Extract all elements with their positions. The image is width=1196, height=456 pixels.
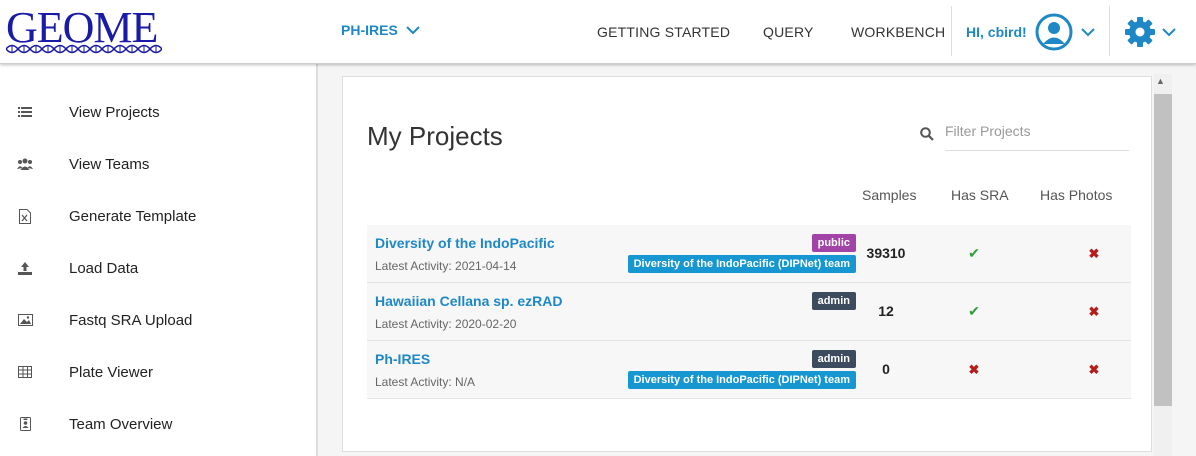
- sidebar-item-label: Load Data: [69, 259, 139, 277]
- dna-helix-icon: [6, 44, 162, 54]
- upload-icon: [17, 260, 33, 276]
- badge-icon: [17, 416, 33, 432]
- scroll-up-arrow-icon[interactable]: ▲: [1156, 76, 1165, 86]
- sidebar-item-plate-viewer[interactable]: Plate Viewer: [0, 346, 316, 398]
- header-divider: [951, 6, 952, 56]
- nav-query[interactable]: QUERY: [763, 24, 814, 40]
- table-row[interactable]: Diversity of the IndoPacific Latest Acti…: [367, 225, 1131, 283]
- project-name-link[interactable]: Ph-IRES: [375, 351, 430, 367]
- sidebar-item-generate-template[interactable]: Generate Template: [0, 190, 316, 242]
- sidebar-item-view-projects[interactable]: View Projects: [0, 86, 316, 138]
- filter-projects-input[interactable]: [945, 123, 1129, 139]
- check-icon: ✔: [968, 303, 980, 319]
- sidebar-item-view-teams[interactable]: View Teams: [0, 138, 316, 190]
- team-badge: Diversity of the IndoPacific (DIPNet) te…: [627, 255, 856, 273]
- has-photos-cell: ✖: [1084, 361, 1104, 379]
- cross-icon: ✖: [1088, 304, 1100, 319]
- nav-workbench[interactable]: WORKBENCH: [851, 24, 945, 40]
- chevron-down-icon: [1162, 27, 1176, 36]
- sidebar-item-label: Team Overview: [69, 415, 173, 433]
- filter-projects-field: [945, 119, 1129, 151]
- project-name-link[interactable]: Diversity of the IndoPacific: [375, 235, 555, 251]
- excel-file-icon: [17, 208, 33, 224]
- table-row[interactable]: Ph-IRES Latest Activity: N/A admin Diver…: [367, 341, 1131, 399]
- chevron-down-icon: [406, 25, 420, 34]
- sidebar-item-load-data[interactable]: Load Data: [0, 242, 316, 294]
- users-icon: [17, 156, 33, 172]
- sidebar-item-label: View Projects: [69, 103, 160, 121]
- user-greeting: HI, cbird!: [966, 24, 1027, 40]
- search-icon: [920, 127, 934, 141]
- sidebar: View Projects View Teams Generate Templa…: [0, 64, 318, 456]
- sidebar-item-label: Fastq SRA Upload: [69, 311, 193, 329]
- image-icon: [17, 312, 33, 328]
- user-menu[interactable]: HI, cbird!: [966, 13, 1095, 51]
- sidebar-item-team-overview[interactable]: Team Overview: [0, 398, 316, 450]
- header-divider: [1109, 6, 1110, 56]
- top-header: GEOME PH-IRES GETTING STARTED QUERY WORK…: [0, 0, 1196, 64]
- column-header-has-photos[interactable]: Has Photos: [1040, 187, 1112, 203]
- sidebar-item-label: Generate Template: [69, 207, 197, 225]
- project-selector[interactable]: PH-IRES: [341, 22, 420, 38]
- has-sra-cell: ✔: [958, 303, 990, 321]
- page-title: My Projects: [367, 121, 503, 151]
- sample-count: 0: [882, 361, 890, 377]
- sidebar-item-label: Plate Viewer: [69, 363, 153, 381]
- chevron-down-icon: [1080, 27, 1095, 36]
- sample-count: 12: [878, 303, 894, 319]
- scrollbar-thumb[interactable]: [1154, 94, 1172, 406]
- list-icon: [17, 104, 33, 120]
- latest-activity: Latest Activity: 2020-02-20: [375, 317, 517, 331]
- sample-count: 39310: [866, 245, 906, 261]
- column-header-has-sra[interactable]: Has SRA: [951, 187, 1009, 203]
- nav-getting-started[interactable]: GETTING STARTED: [597, 24, 730, 40]
- gear-icon: [1125, 17, 1155, 47]
- team-badge: Diversity of the IndoPacific (DIPNet) te…: [627, 371, 856, 389]
- geome-logo[interactable]: GEOME: [6, 4, 162, 58]
- settings-menu[interactable]: [1124, 16, 1176, 48]
- has-photos-cell: ✖: [1084, 245, 1104, 263]
- latest-activity: Latest Activity: N/A: [375, 375, 476, 389]
- has-photos-cell: ✖: [1084, 303, 1104, 321]
- project-selector-label: PH-IRES: [341, 22, 398, 38]
- check-icon: ✔: [968, 245, 980, 261]
- cross-icon: ✖: [968, 362, 980, 377]
- column-header-samples[interactable]: Samples: [862, 187, 916, 203]
- project-name-link[interactable]: Hawaiian Cellana sp. ezRAD: [375, 293, 563, 309]
- has-sra-cell: ✖: [958, 361, 990, 379]
- main-content: My Projects Samples Has SRA Has Photos D…: [318, 64, 1196, 456]
- latest-activity: Latest Activity: 2021-04-14: [375, 259, 517, 273]
- sidebar-item-label: View Teams: [69, 155, 150, 173]
- has-sra-cell: ✔: [958, 245, 990, 263]
- sidebar-item-fastq-sra-upload[interactable]: Fastq SRA Upload: [0, 294, 316, 346]
- table-row[interactable]: Hawaiian Cellana sp. ezRAD Latest Activi…: [367, 283, 1131, 341]
- projects-card: My Projects Samples Has SRA Has Photos D…: [342, 76, 1152, 452]
- cross-icon: ✖: [1088, 362, 1100, 377]
- cross-icon: ✖: [1088, 246, 1100, 261]
- table-icon: [17, 364, 33, 380]
- user-avatar-icon: [1035, 13, 1073, 51]
